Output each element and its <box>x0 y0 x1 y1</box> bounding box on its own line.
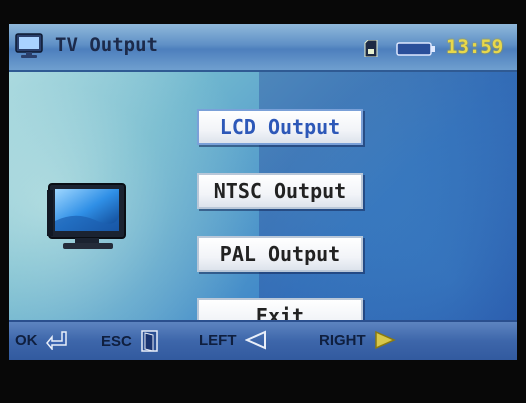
left-hint-label: LEFT <box>199 331 237 349</box>
ok-hint-label: OK <box>15 331 38 349</box>
ntsc-output-button[interactable]: NTSC Output <box>197 173 363 209</box>
door-exit-icon <box>141 330 158 352</box>
tv-monitor-icon <box>47 183 126 249</box>
right-hint: RIGHT <box>319 330 396 350</box>
arrow-right-icon <box>374 330 396 350</box>
right-hint-label: RIGHT <box>319 331 366 349</box>
battery-icon <box>396 42 435 56</box>
key-hint-bar: OK ESC LEFT RIGHT <box>9 320 517 360</box>
tv-monitor-icon <box>15 33 43 58</box>
arrow-left-icon <box>244 330 266 350</box>
clock: 13:59 <box>446 36 504 58</box>
device-bezel: TV Output 13:59 LCD Output NTSC Output P… <box>0 0 526 403</box>
enter-key-icon <box>45 331 67 350</box>
left-hint: LEFT <box>199 330 267 350</box>
ok-hint: OK <box>15 330 68 350</box>
lcd-output-button[interactable]: LCD Output <box>197 109 363 145</box>
pal-output-button[interactable]: PAL Output <box>197 236 363 272</box>
title-bar: TV Output 13:59 <box>9 24 517 72</box>
esc-hint: ESC <box>101 330 160 352</box>
device-screen: TV Output 13:59 LCD Output NTSC Output P… <box>9 24 517 360</box>
window-title: TV Output <box>55 34 158 56</box>
esc-hint-label: ESC <box>101 332 132 350</box>
sd-card-icon <box>364 40 378 57</box>
